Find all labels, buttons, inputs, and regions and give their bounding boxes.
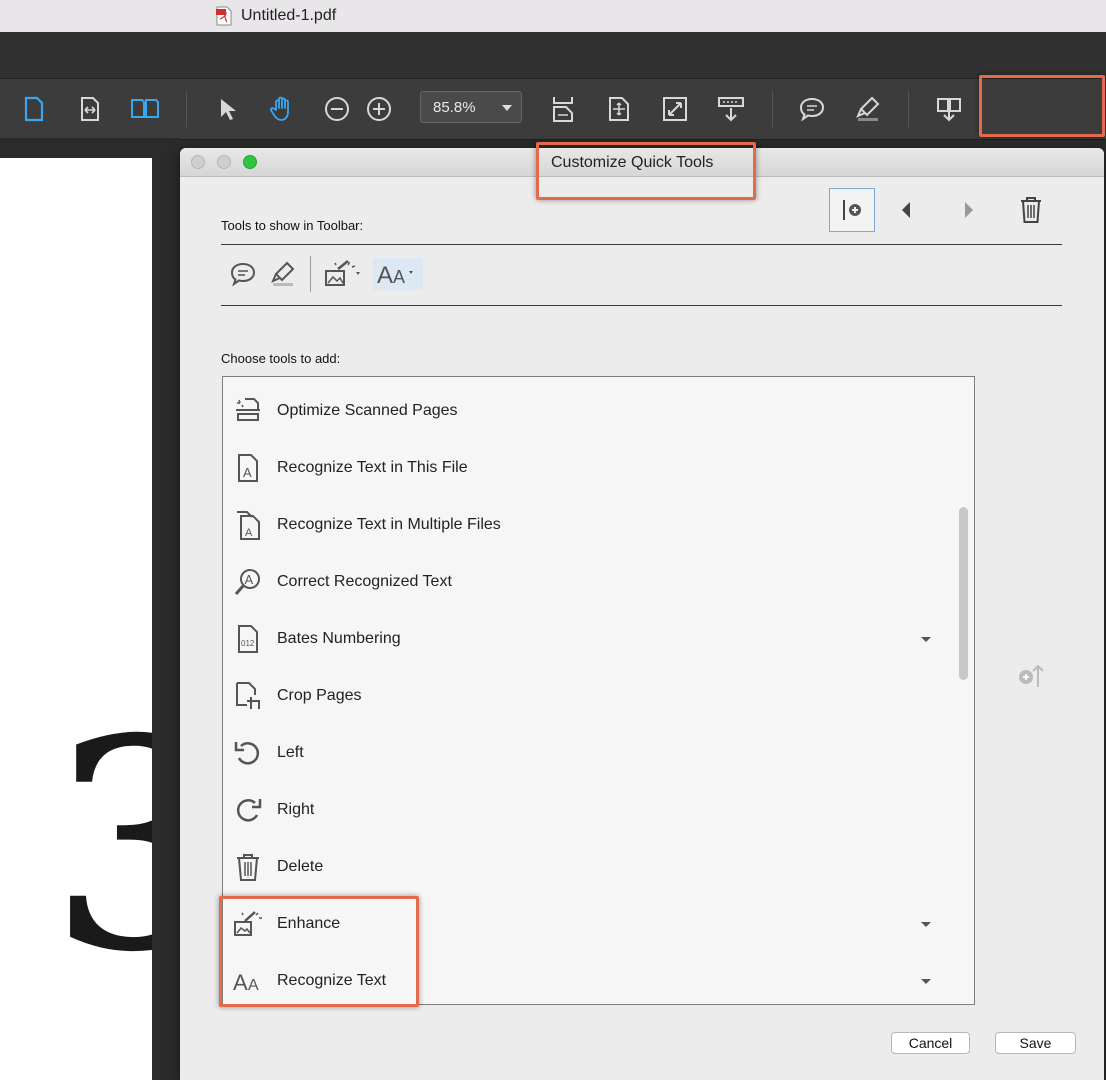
highlight-icon[interactable] — [266, 258, 300, 290]
read-mode-icon[interactable] — [715, 93, 747, 125]
select-arrow-icon[interactable] — [210, 93, 242, 125]
optimize-scan-icon — [233, 396, 263, 426]
pdf-file-icon — [216, 6, 232, 26]
list-item-label: Optimize Scanned Pages — [277, 402, 458, 419]
list-item[interactable]: 012 Bates Numbering — [223, 612, 953, 669]
zoom-in-icon[interactable] — [363, 93, 395, 125]
list-item-label: Right — [277, 801, 315, 818]
list-item-label: Correct Recognized Text — [277, 573, 452, 590]
chevron-down-icon[interactable] — [921, 979, 931, 984]
chevron-left-icon — [902, 202, 910, 218]
list-scrollbar[interactable] — [959, 507, 968, 680]
full-screen-icon[interactable] — [659, 93, 691, 125]
pdf-page: 3 — [0, 158, 152, 1080]
trash-icon — [1021, 197, 1041, 223]
list-item-label: Recognize Text in This File — [277, 459, 468, 476]
recognize-multi-icon: A — [233, 510, 263, 540]
share-file-icon[interactable] — [933, 93, 965, 125]
trash-icon — [233, 852, 263, 882]
chevron-down-icon[interactable] — [921, 922, 931, 927]
list-item-label: Left — [277, 744, 304, 761]
zoom-window-button[interactable] — [243, 155, 257, 169]
enhance-icon[interactable] — [322, 258, 366, 290]
list-item-label: Crop Pages — [277, 687, 362, 704]
remove-tool-button[interactable] — [1016, 194, 1046, 226]
move-right-button[interactable] — [957, 196, 981, 224]
hand-icon[interactable] — [266, 93, 298, 125]
highlight-icon[interactable] — [852, 93, 884, 125]
toolbar-tools-label: Tools to show in Toolbar: — [221, 218, 364, 233]
single-page-icon[interactable] — [18, 93, 50, 125]
recognize-file-icon: A — [233, 453, 263, 483]
list-item[interactable]: A Correct Recognized Text — [223, 555, 953, 612]
list-item-label: Delete — [277, 858, 324, 875]
rotate-left-icon — [233, 738, 263, 768]
toolbar-separator — [908, 91, 909, 127]
move-left-button[interactable] — [894, 196, 918, 224]
toolbar-separator — [186, 91, 187, 127]
chevron-right-icon — [965, 202, 973, 218]
zoom-out-icon[interactable] — [321, 93, 353, 125]
add-tool-button[interactable] — [1015, 660, 1049, 690]
svg-text:A: A — [393, 267, 405, 287]
list-item[interactable]: Crop Pages — [223, 669, 953, 726]
list-item-label: Recognize Text in Multiple Files — [277, 516, 501, 533]
minimize-window-button[interactable] — [217, 155, 231, 169]
cancel-button[interactable]: Cancel — [891, 1032, 970, 1054]
list-item[interactable]: A Recognize Text in This File — [223, 441, 953, 498]
svg-text:A: A — [377, 262, 393, 288]
window-titlebar: Untitled-1.pdf — [0, 0, 1106, 33]
toolbar-bottom-rule — [221, 305, 1062, 306]
recognize-text-icon[interactable]: AA — [373, 258, 423, 290]
toolbar-highlight-box — [979, 75, 1105, 137]
crop-icon — [233, 681, 263, 711]
list-item-label: Bates Numbering — [277, 630, 401, 647]
choose-tools-label: Choose tools to add: — [221, 351, 341, 366]
toolbar-strip-separator — [310, 256, 311, 292]
page-digit: 3 — [48, 679, 152, 1016]
add-separator-button[interactable] — [829, 188, 875, 232]
tools-highlight-box — [219, 896, 419, 1007]
comment-icon[interactable] — [796, 93, 828, 125]
list-item[interactable]: Left — [223, 726, 953, 783]
title-highlight-box — [536, 142, 756, 200]
two-page-icon[interactable] — [129, 93, 161, 125]
save-button[interactable]: Save — [995, 1032, 1076, 1054]
scroll-mode-icon[interactable] — [547, 93, 579, 125]
main-toolbar: 85.8% — [0, 78, 1106, 140]
rotate-right-icon — [233, 795, 263, 825]
list-item[interactable]: Optimize Scanned Pages — [223, 384, 953, 441]
add-separator-icon — [843, 200, 861, 220]
toolbar-top-rule — [221, 244, 1062, 245]
chevron-down-icon — [502, 105, 512, 111]
list-item[interactable]: Delete — [223, 840, 953, 897]
zoom-value: 85.8% — [433, 99, 476, 116]
comment-icon[interactable] — [226, 258, 260, 290]
svg-text:A: A — [245, 527, 253, 539]
svg-text:012: 012 — [241, 639, 255, 648]
fit-width-icon[interactable] — [74, 93, 106, 125]
svg-text:A: A — [245, 572, 254, 587]
add-to-toolbar-icon — [1019, 664, 1044, 687]
close-window-button[interactable] — [191, 155, 205, 169]
svg-text:A: A — [243, 465, 252, 480]
toolbar-separator — [772, 91, 773, 127]
menu-band — [0, 32, 1106, 78]
bates-icon: 012 — [233, 624, 263, 654]
list-item[interactable]: Right — [223, 783, 953, 840]
zoom-select[interactable]: 85.8% — [420, 91, 522, 123]
rotate-page-icon[interactable] — [603, 93, 635, 125]
correct-text-icon: A — [233, 567, 263, 597]
list-item[interactable]: A Recognize Text in Multiple Files — [223, 498, 953, 555]
window-title: Untitled-1.pdf — [241, 7, 337, 24]
chevron-down-icon[interactable] — [921, 637, 931, 642]
